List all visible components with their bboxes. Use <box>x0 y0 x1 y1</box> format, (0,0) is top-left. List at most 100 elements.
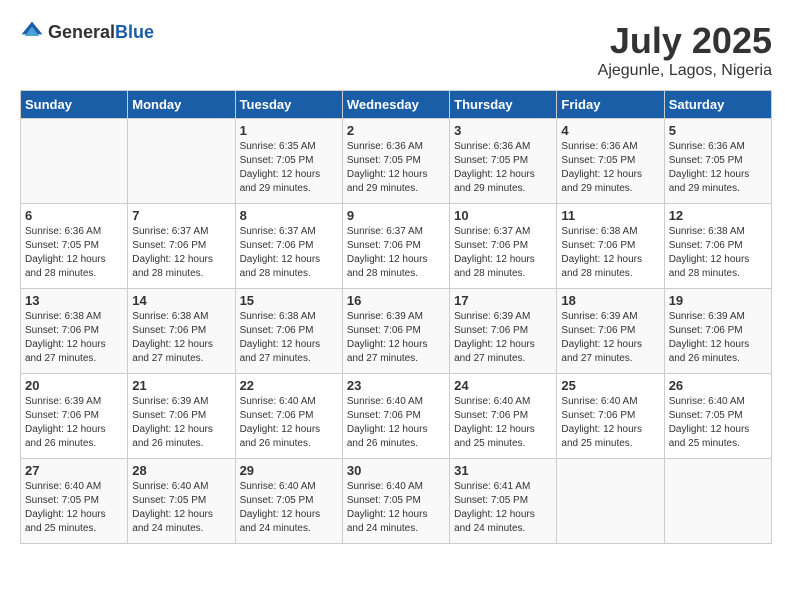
day-info: Sunrise: 6:37 AM Sunset: 7:06 PM Dayligh… <box>132 225 230 281</box>
calendar-day-cell: 23 Sunrise: 6:40 AM Sunset: 7:06 PM Dayli… <box>342 374 449 459</box>
calendar-day-cell: 10 Sunrise: 6:37 AM Sunset: 7:06 PM Dayli… <box>450 204 557 289</box>
day-info: Sunrise: 6:38 AM Sunset: 7:06 PM Dayligh… <box>561 225 659 281</box>
day-number: 10 <box>454 208 552 223</box>
weekday-header-cell: Saturday <box>664 91 771 119</box>
calendar-day-cell: 28 Sunrise: 6:40 AM Sunset: 7:05 PM Dayli… <box>128 459 235 544</box>
weekday-header-cell: Friday <box>557 91 664 119</box>
day-info: Sunrise: 6:40 AM Sunset: 7:05 PM Dayligh… <box>132 480 230 536</box>
day-info: Sunrise: 6:35 AM Sunset: 7:05 PM Dayligh… <box>240 140 338 196</box>
calendar-day-cell <box>21 119 128 204</box>
logo-text: GeneralBlue <box>48 22 154 43</box>
calendar-day-cell: 4Sunrise: 6:36 AM Sunset: 7:05 PM Daylig… <box>557 119 664 204</box>
day-number: 5 <box>669 123 767 138</box>
calendar-day-cell <box>557 459 664 544</box>
calendar-day-cell: 2 Sunrise: 6:36 AM Sunset: 7:05 PM Daylig… <box>342 119 449 204</box>
calendar-day-cell: 26 Sunrise: 6:40 AM Sunset: 7:05 PM Dayli… <box>664 374 771 459</box>
calendar-day-cell: 8Sunrise: 6:37 AM Sunset: 7:06 PM Daylig… <box>235 204 342 289</box>
calendar-day-cell: 1 Sunrise: 6:35 AM Sunset: 7:05 PM Daylig… <box>235 119 342 204</box>
day-number: 25 <box>561 378 659 393</box>
calendar-day-cell: 20 Sunrise: 6:39 AM Sunset: 7:06 PM Dayli… <box>21 374 128 459</box>
calendar-day-cell: 12 Sunrise: 6:38 AM Sunset: 7:06 PM Dayli… <box>664 204 771 289</box>
day-number: 29 <box>240 463 338 478</box>
day-number: 26 <box>669 378 767 393</box>
calendar-day-cell: 16Sunrise: 6:39 AM Sunset: 7:06 PM Dayli… <box>342 289 449 374</box>
calendar-day-cell: 21 Sunrise: 6:39 AM Sunset: 7:06 PM Dayli… <box>128 374 235 459</box>
calendar-day-cell <box>128 119 235 204</box>
calendar-day-cell: 27Sunrise: 6:40 AM Sunset: 7:05 PM Dayli… <box>21 459 128 544</box>
weekday-header-cell: Tuesday <box>235 91 342 119</box>
calendar-day-cell: 5 Sunrise: 6:36 AM Sunset: 7:05 PM Daylig… <box>664 119 771 204</box>
day-number: 23 <box>347 378 445 393</box>
calendar-day-cell: 7Sunrise: 6:37 AM Sunset: 7:06 PM Daylig… <box>128 204 235 289</box>
logo: GeneralBlue <box>20 20 154 44</box>
day-number: 3 <box>454 123 552 138</box>
logo-icon <box>20 20 44 44</box>
weekday-header-cell: Monday <box>128 91 235 119</box>
calendar-week-row: 1 Sunrise: 6:35 AM Sunset: 7:05 PM Daylig… <box>21 119 772 204</box>
day-info: Sunrise: 6:37 AM Sunset: 7:06 PM Dayligh… <box>347 225 445 281</box>
day-number: 19 <box>669 293 767 308</box>
day-number: 28 <box>132 463 230 478</box>
calendar-day-cell: 17Sunrise: 6:39 AM Sunset: 7:06 PM Dayli… <box>450 289 557 374</box>
day-number: 15 <box>240 293 338 308</box>
day-info: Sunrise: 6:36 AM Sunset: 7:05 PM Dayligh… <box>454 140 552 196</box>
day-number: 16 <box>347 293 445 308</box>
day-number: 21 <box>132 378 230 393</box>
day-info: Sunrise: 6:36 AM Sunset: 7:05 PM Dayligh… <box>669 140 767 196</box>
day-info: Sunrise: 6:38 AM Sunset: 7:06 PM Dayligh… <box>25 310 123 366</box>
calendar-day-cell <box>664 459 771 544</box>
calendar-week-row: 13 Sunrise: 6:38 AM Sunset: 7:06 PM Dayli… <box>21 289 772 374</box>
day-info: Sunrise: 6:36 AM Sunset: 7:05 PM Dayligh… <box>25 225 123 281</box>
day-number: 24 <box>454 378 552 393</box>
day-number: 2 <box>347 123 445 138</box>
page-header: GeneralBlue July 2025 Ajegunle, Lagos, N… <box>20 20 772 80</box>
calendar-day-cell: 14 Sunrise: 6:38 AM Sunset: 7:06 PM Dayli… <box>128 289 235 374</box>
logo-general: General <box>48 22 115 42</box>
day-info: Sunrise: 6:39 AM Sunset: 7:06 PM Dayligh… <box>669 310 767 366</box>
weekday-header-cell: Wednesday <box>342 91 449 119</box>
day-number: 22 <box>240 378 338 393</box>
day-info: Sunrise: 6:40 AM Sunset: 7:05 PM Dayligh… <box>347 480 445 536</box>
day-number: 18 <box>561 293 659 308</box>
calendar-day-cell: 15 Sunrise: 6:38 AM Sunset: 7:06 PM Dayli… <box>235 289 342 374</box>
calendar-day-cell: 31Sunrise: 6:41 AM Sunset: 7:05 PM Dayli… <box>450 459 557 544</box>
month-year: July 2025 <box>598 20 772 62</box>
day-number: 6 <box>25 208 123 223</box>
calendar-day-cell: 13 Sunrise: 6:38 AM Sunset: 7:06 PM Dayli… <box>21 289 128 374</box>
day-info: Sunrise: 6:40 AM Sunset: 7:06 PM Dayligh… <box>240 395 338 451</box>
day-number: 9 <box>347 208 445 223</box>
day-info: Sunrise: 6:40 AM Sunset: 7:05 PM Dayligh… <box>669 395 767 451</box>
day-number: 13 <box>25 293 123 308</box>
day-info: Sunrise: 6:38 AM Sunset: 7:06 PM Dayligh… <box>240 310 338 366</box>
day-info: Sunrise: 6:39 AM Sunset: 7:06 PM Dayligh… <box>454 310 552 366</box>
weekday-header-cell: Thursday <box>450 91 557 119</box>
day-info: Sunrise: 6:38 AM Sunset: 7:06 PM Dayligh… <box>669 225 767 281</box>
day-number: 14 <box>132 293 230 308</box>
calendar-day-cell: 24 Sunrise: 6:40 AM Sunset: 7:06 PM Dayli… <box>450 374 557 459</box>
day-info: Sunrise: 6:36 AM Sunset: 7:05 PM Dayligh… <box>347 140 445 196</box>
calendar-week-row: 27 Sunrise: 6:40 AM Sunset: 7:05 PM Dayli… <box>21 459 772 544</box>
calendar-day-cell: 11Sunrise: 6:38 AM Sunset: 7:06 PM Dayli… <box>557 204 664 289</box>
day-number: 4 <box>561 123 659 138</box>
day-info: Sunrise: 6:39 AM Sunset: 7:06 PM Dayligh… <box>25 395 123 451</box>
day-number: 1 <box>240 123 338 138</box>
calendar-body: 1 Sunrise: 6:35 AM Sunset: 7:05 PM Daylig… <box>21 119 772 544</box>
day-number: 27 <box>25 463 123 478</box>
calendar-week-row: 6 Sunrise: 6:36 AM Sunset: 7:05 PM Daylig… <box>21 204 772 289</box>
day-info: Sunrise: 6:37 AM Sunset: 7:06 PM Dayligh… <box>454 225 552 281</box>
calendar-day-cell: 3 Sunrise: 6:36 AM Sunset: 7:05 PM Daylig… <box>450 119 557 204</box>
weekday-header-row: SundayMondayTuesdayWednesdayThursdayFrid… <box>21 91 772 119</box>
calendar-table: SundayMondayTuesdayWednesdayThursdayFrid… <box>20 90 772 544</box>
calendar-day-cell: 22 Sunrise: 6:40 AM Sunset: 7:06 PM Dayli… <box>235 374 342 459</box>
day-number: 20 <box>25 378 123 393</box>
day-number: 12 <box>669 208 767 223</box>
calendar-day-cell: 29Sunrise: 6:40 AM Sunset: 7:05 PM Dayli… <box>235 459 342 544</box>
logo-blue: Blue <box>115 22 154 42</box>
day-info: Sunrise: 6:38 AM Sunset: 7:06 PM Dayligh… <box>132 310 230 366</box>
day-info: Sunrise: 6:40 AM Sunset: 7:06 PM Dayligh… <box>347 395 445 451</box>
day-info: Sunrise: 6:39 AM Sunset: 7:06 PM Dayligh… <box>132 395 230 451</box>
day-info: Sunrise: 6:40 AM Sunset: 7:06 PM Dayligh… <box>454 395 552 451</box>
calendar-day-cell: 9 Sunrise: 6:37 AM Sunset: 7:06 PM Daylig… <box>342 204 449 289</box>
title-block: July 2025 Ajegunle, Lagos, Nigeria <box>598 20 772 80</box>
day-info: Sunrise: 6:37 AM Sunset: 7:06 PM Dayligh… <box>240 225 338 281</box>
